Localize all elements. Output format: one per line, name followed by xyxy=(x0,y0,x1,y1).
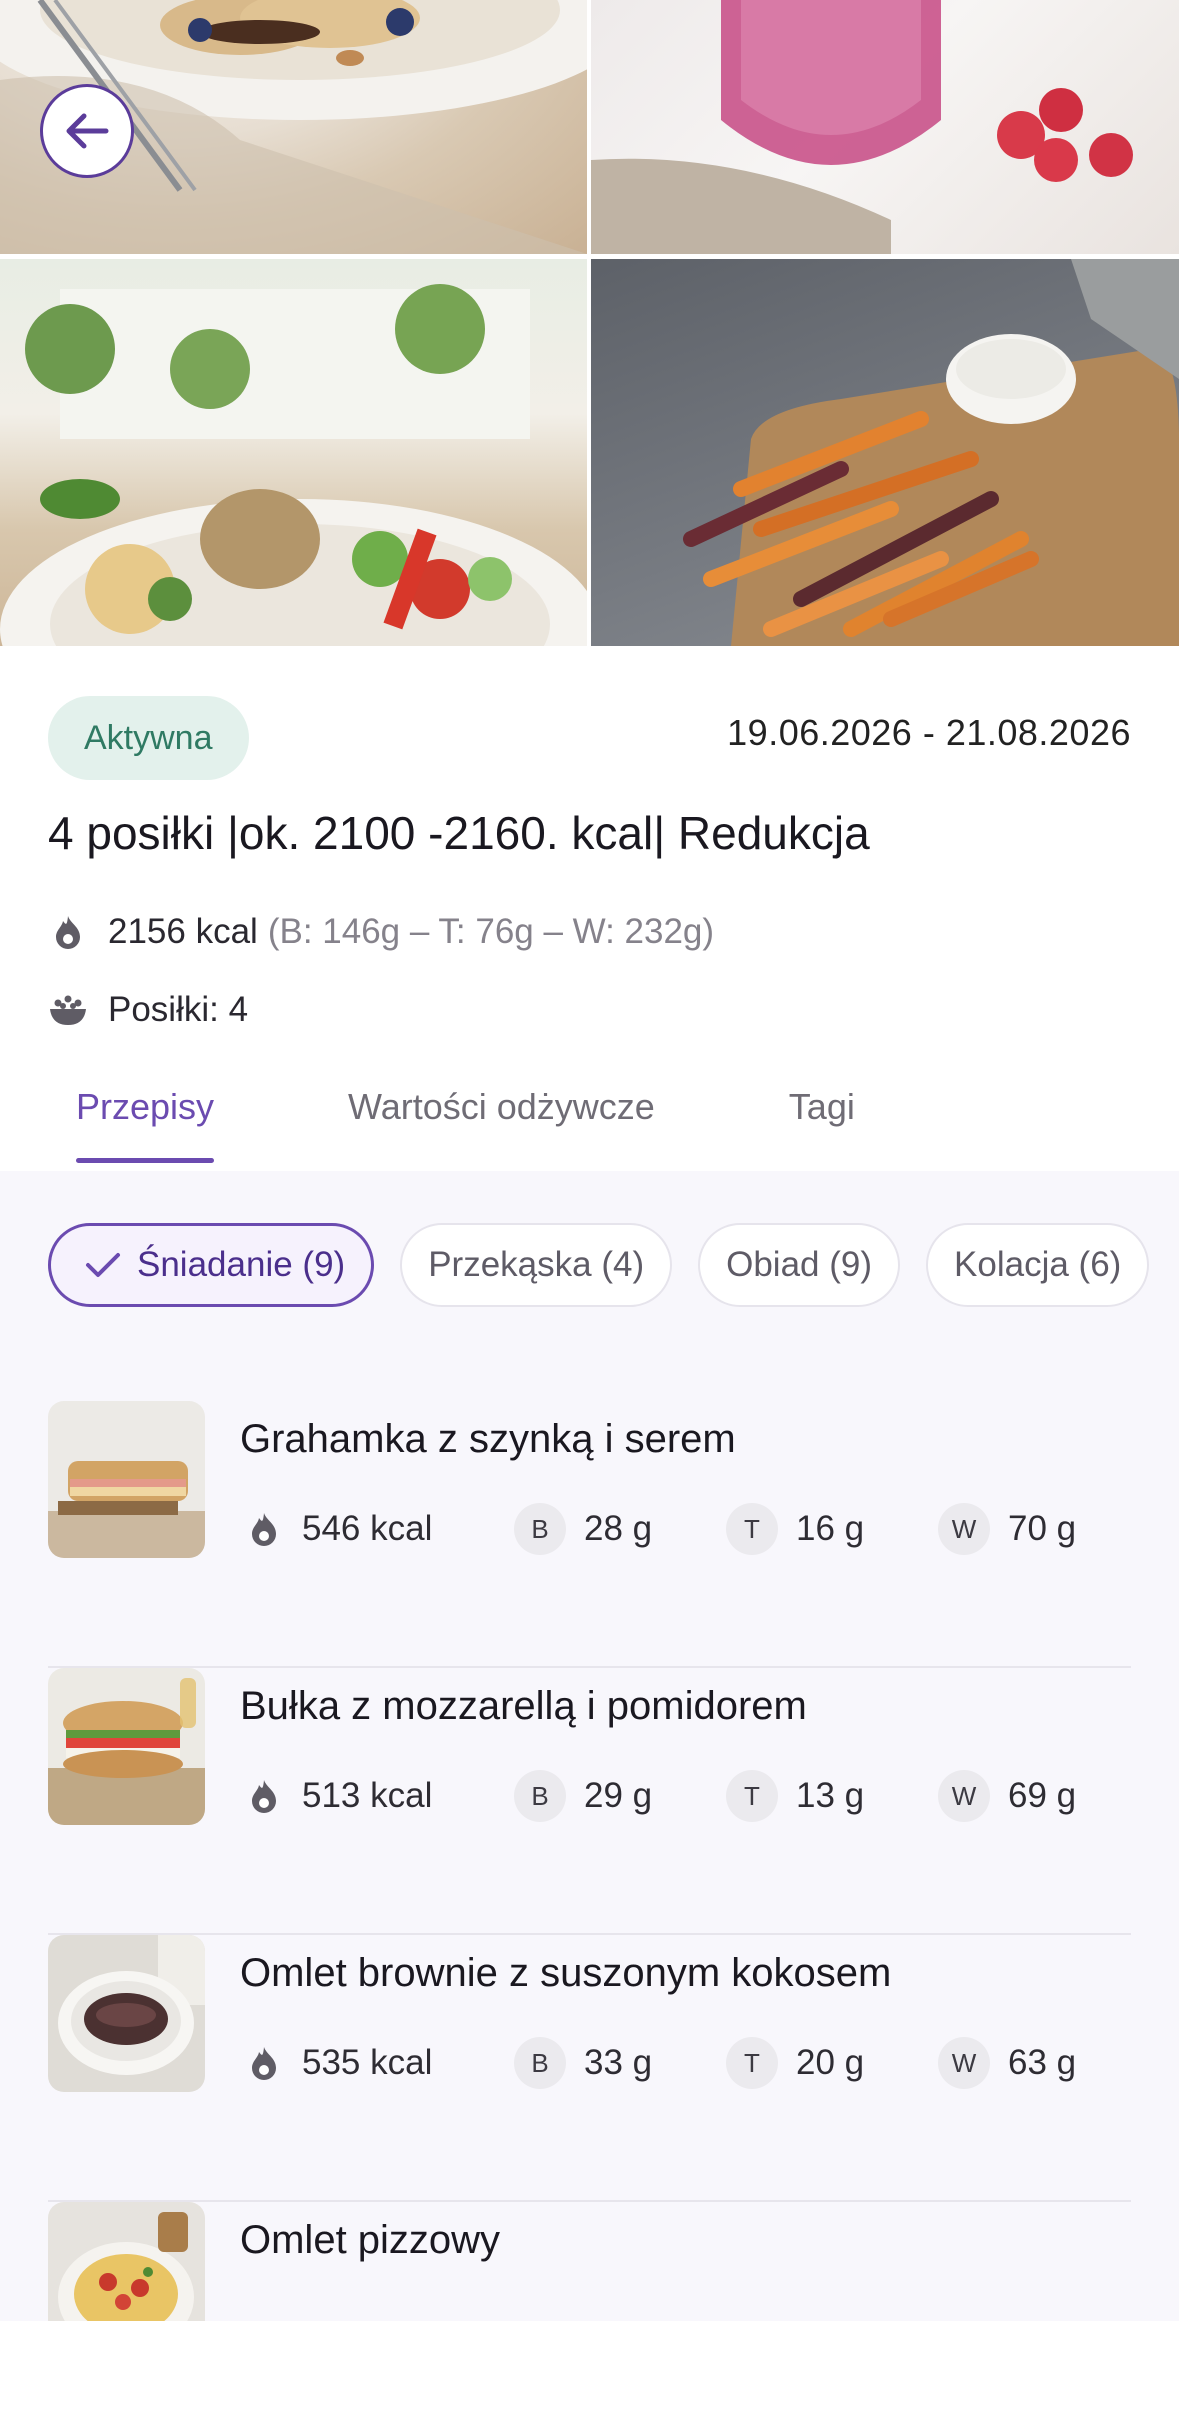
plan-dates: 19.06.2026 - 21.08.2026 xyxy=(727,712,1131,753)
carbs-badge: W xyxy=(938,2037,990,2089)
food-bowl-icon xyxy=(48,990,88,1030)
recipe-title: Omlet pizzowy xyxy=(240,2218,501,2262)
back-button[interactable] xyxy=(40,84,134,178)
check-icon xyxy=(85,1251,121,1279)
chip-obiad[interactable]: Obiad (9) xyxy=(698,1223,901,1307)
tab-wartosci-odzywcze[interactable]: Wartości odżywcze xyxy=(320,1086,683,1171)
protein-badge: B xyxy=(514,1770,566,1822)
recipe-thumbnail xyxy=(48,2202,205,2321)
hero-photo-sweet-potato-fries xyxy=(591,259,1179,646)
recipe-row[interactable]: Omlet pizzowy xyxy=(48,2202,1131,2321)
recipe-kcal: 535 kcal xyxy=(302,2043,433,2082)
protein-badge: B xyxy=(514,1503,566,1555)
plan-calories: 2156 kcal (B: 146g – T: 76g – W: 232g) xyxy=(48,912,714,952)
tab-bar: Przepisy Wartości odżywcze Tagi xyxy=(48,1086,961,1171)
chip-sniadanie[interactable]: Śniadanie (9) xyxy=(48,1223,375,1307)
fat-badge: T xyxy=(726,1503,778,1555)
recipe-title: Bułka z mozzarellą i pomidorem xyxy=(240,1684,807,1728)
tab-tagi[interactable]: Tagi xyxy=(761,1086,883,1171)
recipe-carbs: 63 g xyxy=(1008,2043,1077,2082)
status-badge: Aktywna xyxy=(48,696,249,780)
chip-label: Przekąska (4) xyxy=(428,1245,645,1284)
fire-icon xyxy=(244,2043,284,2083)
tab-przepisy[interactable]: Przepisy xyxy=(48,1086,242,1171)
chip-label: Śniadanie (9) xyxy=(137,1245,346,1284)
hero-image-grid xyxy=(0,0,1179,646)
chip-kolacja[interactable]: Kolacja (6) xyxy=(926,1223,1150,1307)
fat-badge: T xyxy=(726,2037,778,2089)
recipe-row[interactable]: Bułka z mozzarellą i pomidorem 513 kcal … xyxy=(48,1668,1131,1935)
plan-title: 4 posiłki |ok. 2100 -2160. kcal| Redukcj… xyxy=(48,807,870,859)
carbs-badge: W xyxy=(938,1770,990,1822)
recipe-thumbnail xyxy=(48,1668,205,1825)
recipe-protein: 28 g xyxy=(584,1509,653,1548)
fat-badge: T xyxy=(726,1770,778,1822)
chip-przekaska[interactable]: Przekąska (4) xyxy=(400,1223,673,1307)
carbs-badge: W xyxy=(938,1503,990,1555)
plan-header: Aktywna 19.06.2026 - 21.08.2026 4 posiłk… xyxy=(0,646,1179,1171)
hero-photo-chicken-salad xyxy=(0,259,587,646)
recipe-carbs: 69 g xyxy=(1008,1776,1077,1815)
chip-label: Kolacja (6) xyxy=(954,1245,1122,1284)
recipes-panel: Śniadanie (9) Przekąska (4) Obiad (9) Ko… xyxy=(0,1171,1179,2321)
recipe-title: Omlet brownie z suszonym kokosem xyxy=(240,1951,892,1995)
recipe-protein: 33 g xyxy=(584,2043,653,2082)
recipe-protein: 29 g xyxy=(584,1776,653,1815)
fire-icon xyxy=(48,912,88,952)
plan-meals: Posiłki: 4 xyxy=(48,990,248,1030)
recipe-thumbnail xyxy=(48,1401,205,1558)
recipe-carbs: 70 g xyxy=(1008,1509,1077,1548)
bottom-spacer xyxy=(0,2321,1179,2426)
fire-icon xyxy=(244,1509,284,1549)
recipe-fat: 20 g xyxy=(796,2043,865,2082)
recipe-fat: 13 g xyxy=(796,1776,865,1815)
plan-meals-count: Posiłki: 4 xyxy=(108,990,249,1029)
hero-photo-smoothie xyxy=(591,0,1179,254)
arrow-left-icon xyxy=(66,113,109,149)
plan-kcal: 2156 kcal xyxy=(108,912,258,951)
recipe-row[interactable]: Omlet brownie z suszonym kokosem 535 kca… xyxy=(48,1935,1131,2202)
meal-filter-chips: Śniadanie (9) Przekąska (4) Obiad (9) Ko… xyxy=(48,1223,1175,1307)
plan-macros: (B: 146g – T: 76g – W: 232g) xyxy=(267,912,715,951)
protein-badge: B xyxy=(514,2037,566,2089)
recipe-kcal: 513 kcal xyxy=(302,1776,433,1815)
fire-icon xyxy=(244,1776,284,1816)
recipe-thumbnail xyxy=(48,1935,205,2092)
recipe-row[interactable]: Grahamka z szynką i serem 546 kcal B 28 g… xyxy=(48,1401,1131,1668)
chip-label: Obiad (9) xyxy=(726,1245,873,1284)
recipe-list: Grahamka z szynką i serem 546 kcal B 28 g… xyxy=(48,1401,1131,2321)
recipe-kcal: 546 kcal xyxy=(302,1509,433,1548)
recipe-title: Grahamka z szynką i serem xyxy=(240,1417,736,1461)
recipe-fat: 16 g xyxy=(796,1509,865,1548)
